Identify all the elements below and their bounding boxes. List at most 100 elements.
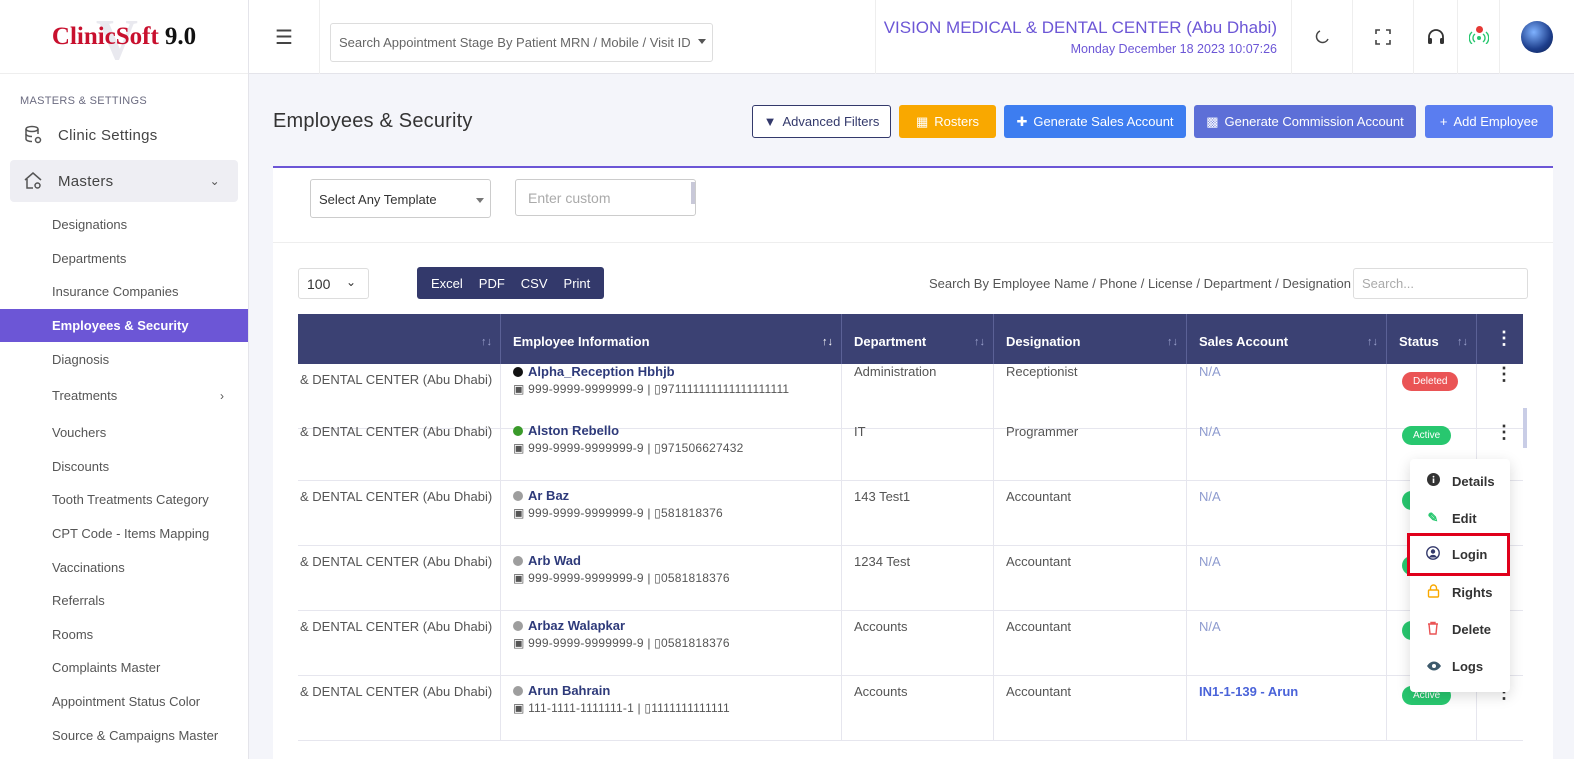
col-designation[interactable]: Designation ↑↓: [994, 314, 1187, 364]
headset-icon[interactable]: [1413, 0, 1457, 74]
export-excel-button[interactable]: Excel: [423, 276, 471, 291]
table-body: & DENTAL CENTER (Abu Dhabi) Alpha_Recept…: [298, 364, 1523, 759]
menu-icon[interactable]: ☰: [249, 0, 320, 74]
sidebar-item-referrals[interactable]: Referrals: [0, 584, 248, 618]
sidebar-item-insurance-companies[interactable]: Insurance Companies: [0, 275, 248, 309]
column-options-icon[interactable]: ⋮: [1477, 314, 1523, 364]
cell-sales-account: N/A: [1187, 416, 1387, 481]
advanced-filters-button[interactable]: ▼ Advanced Filters: [752, 105, 891, 138]
sidebar-item-treatments[interactable]: Treatments ›: [0, 376, 248, 416]
employee-id: 999-9999-9999999-9: [528, 571, 644, 585]
details-menu-item[interactable]: Details: [1410, 463, 1510, 499]
table-header: ↑↓ Employee Information ↑↓ Department ↑↓ D…: [298, 314, 1523, 364]
rosters-button[interactable]: ▦ Rosters: [899, 105, 996, 138]
employee-id: 999-9999-9999999-9: [528, 382, 644, 396]
sort-icon: ↑↓: [1367, 336, 1378, 348]
sidebar-item-rooms[interactable]: Rooms: [0, 618, 248, 652]
employee-name[interactable]: Arbaz Walapkar: [513, 618, 829, 633]
cell-employee: Ar Baz ▣ 999-9999-9999999-9 | ▯581818376: [501, 481, 842, 546]
col-status[interactable]: Status ↑↓: [1387, 314, 1477, 364]
employee-name[interactable]: Ar Baz: [513, 488, 829, 503]
appointment-search-select[interactable]: Search Appointment Stage By Patient MRN …: [330, 23, 713, 62]
more-vertical-icon[interactable]: ⋮: [1495, 364, 1513, 385]
sort-icon: ↑↓: [822, 336, 833, 348]
sales-account-link[interactable]: IN1-1-139 - Arun: [1199, 684, 1298, 699]
caret-down-icon: [698, 39, 706, 44]
table-row: & DENTAL CENTER (Abu Dhabi) Alston Rebel…: [298, 416, 1523, 481]
employee-name[interactable]: Alston Rebello: [513, 423, 829, 438]
custom-input[interactable]: Enter custom: [515, 179, 696, 216]
add-employee-button[interactable]: + Add Employee: [1425, 105, 1553, 138]
table-scrollbar[interactable]: [1523, 408, 1527, 448]
sidebar-item-label: Clinic Settings: [58, 126, 158, 144]
col-employee-information[interactable]: Employee Information ↑↓: [501, 314, 842, 364]
sidebar-item-diagnosis[interactable]: Diagnosis: [0, 342, 248, 376]
cell-employee: Arb Wad ▣ 999-9999-9999999-9 | ▯05818183…: [501, 546, 842, 611]
sidebar-item-employees-security[interactable]: Employees & Security: [0, 308, 248, 343]
status-dot: [513, 620, 523, 631]
plus-icon: +: [1439, 114, 1448, 129]
resize-handle[interactable]: [691, 182, 695, 204]
logs-menu-item[interactable]: Logs: [1410, 648, 1510, 684]
moon-icon[interactable]: [1291, 0, 1352, 74]
sidebar-item-cpt-code-mapping[interactable]: CPT Code - Items Mapping: [0, 517, 248, 551]
caret-down-icon: [476, 198, 484, 203]
fullscreen-icon[interactable]: [1352, 0, 1413, 74]
table-search-input[interactable]: Search...: [1353, 268, 1528, 299]
sidebar-item-vaccinations[interactable]: Vaccinations: [0, 550, 248, 584]
menu-item-label: Edit: [1452, 510, 1477, 526]
menu-item-label: Delete: [1452, 621, 1492, 637]
table-row: & DENTAL CENTER (Abu Dhabi) Arun Bahrain…: [298, 676, 1523, 741]
employee-name-text: Arun Bahrain: [528, 683, 611, 698]
table-search-label: Search By Employee Name / Phone / Licens…: [929, 276, 1351, 291]
current-datetime: Monday December 18 2023 10:07:26: [1070, 42, 1277, 56]
pencil-icon: ✎: [1427, 510, 1439, 525]
sidebar-item-label: Masters: [58, 172, 114, 190]
delete-menu-item[interactable]: Delete: [1410, 611, 1510, 647]
user-menu[interactable]: [1499, 0, 1574, 74]
sidebar-item-tooth-treatments-category[interactable]: Tooth Treatments Category: [0, 483, 248, 517]
cell-sales-account: IN1-1-139 - Arun: [1187, 676, 1387, 741]
sidebar-item-vouchers[interactable]: Vouchers: [0, 416, 248, 450]
cell-employee: Arbaz Walapkar ▣ 999-9999-9999999-9 | ▯0…: [501, 611, 842, 676]
more-vertical-icon[interactable]: ⋮: [1495, 422, 1513, 443]
table-row: & DENTAL CENTER (Abu Dhabi) Arb Wad ▣ 99…: [298, 546, 1523, 611]
col-department[interactable]: Department ↑↓: [842, 314, 994, 364]
sort-icon: ↑↓: [1457, 336, 1468, 348]
col-clinic[interactable]: ↑↓: [298, 314, 501, 364]
sidebar-item-source-campaigns-master[interactable]: Source & Campaigns Master: [0, 718, 248, 752]
sidebar-item-masters[interactable]: Masters ⌄: [10, 160, 238, 202]
status-dot: [513, 490, 523, 501]
page-size-select[interactable]: 100 ⌄: [298, 268, 369, 299]
generate-commission-account-button[interactable]: ▩ Generate Commission Account: [1194, 105, 1416, 138]
sidebar-item-appointment-status-color[interactable]: Appointment Status Color: [0, 685, 248, 719]
button-label: Rosters: [934, 114, 980, 129]
table-row: & DENTAL CENTER (Abu Dhabi) Arbaz Walapk…: [298, 611, 1523, 676]
table-row-partial: [298, 741, 1523, 759]
sidebar-item-clinic-settings[interactable]: Clinic Settings: [10, 114, 238, 156]
print-button[interactable]: Print: [556, 276, 599, 291]
column-label: Department: [854, 334, 927, 349]
generate-sales-account-button[interactable]: ✚ Generate Sales Account: [1004, 105, 1186, 138]
app-logo[interactable]: V ClinicSoft 9.0: [0, 0, 248, 74]
lock-icon: [1426, 583, 1440, 601]
edit-menu-item[interactable]: ✎ Edit: [1410, 500, 1510, 536]
export-csv-button[interactable]: CSV: [513, 276, 556, 291]
cell-sales-account: N/A: [1187, 546, 1387, 611]
sidebar-item-complaints-master[interactable]: Complaints Master: [0, 651, 248, 685]
sidebar-item-discounts[interactable]: Discounts: [0, 450, 248, 484]
sidebar-item-departments[interactable]: Departments: [0, 242, 248, 276]
employee-meta: ▣ 111-1111-1111111-1 | ▯1111111111111: [513, 701, 730, 715]
cell-department: IT: [842, 416, 994, 481]
rights-menu-item[interactable]: Rights: [1410, 574, 1510, 610]
menu-item-label: Logs: [1452, 658, 1484, 674]
employee-name[interactable]: Arun Bahrain: [513, 683, 829, 698]
export-pdf-button[interactable]: PDF: [471, 276, 513, 291]
template-select[interactable]: Select Any Template: [310, 179, 491, 218]
col-sales-account[interactable]: Sales Account ↑↓: [1187, 314, 1387, 364]
broadcast-icon[interactable]: [1457, 0, 1499, 74]
employee-name[interactable]: Alpha_Reception Hbhjb: [513, 364, 829, 379]
sidebar-item-designations[interactable]: Designations: [0, 208, 248, 242]
employee-name[interactable]: Arb Wad: [513, 553, 829, 568]
cell-clinic: & DENTAL CENTER (Abu Dhabi): [298, 481, 501, 546]
